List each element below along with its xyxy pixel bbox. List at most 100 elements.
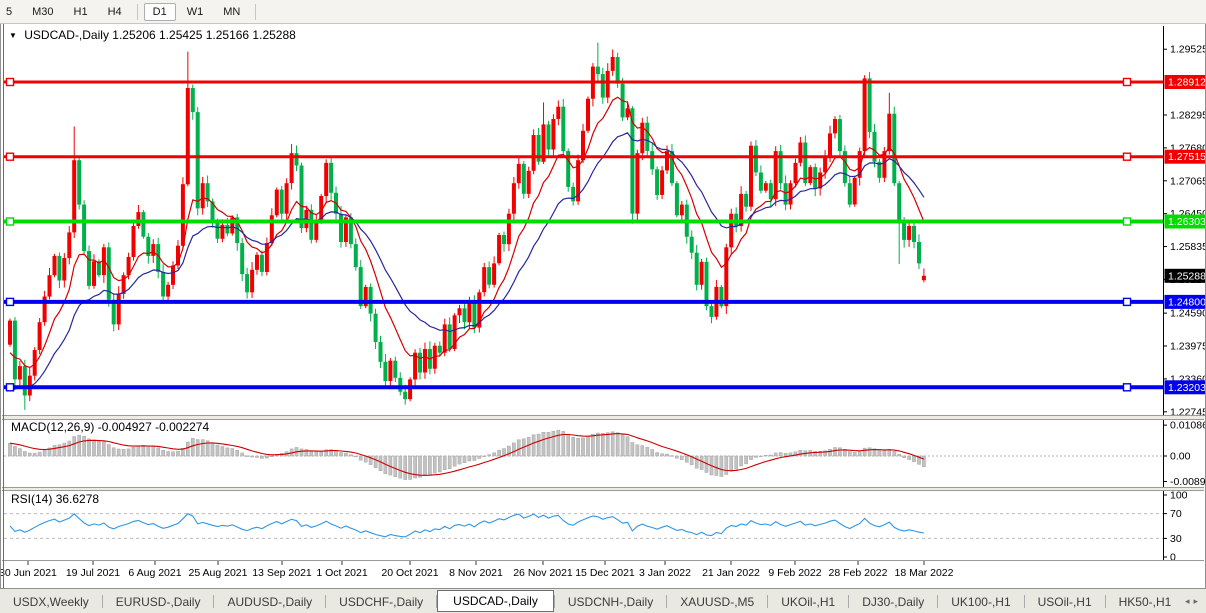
timeframe-button-H1[interactable]: H1 [65, 3, 97, 21]
price-tick-label: 1.23975 [1170, 341, 1206, 353]
timeframe-button-M30[interactable]: M30 [23, 3, 62, 21]
tab-usdx-weekly[interactable]: USDX,Weekly [0, 592, 102, 612]
level-line-1.26303[interactable] [4, 217, 1163, 226]
date-tick-label: 26 Nov 2021 [513, 567, 573, 579]
date-tick-label: 1 Oct 2021 [316, 567, 368, 579]
price-tick-label: 1.27065 [1170, 175, 1206, 187]
date-tick-label: 8 Nov 2021 [449, 567, 503, 579]
chart-title-symbol: USDCAD-,Daily [24, 28, 109, 42]
trading-terminal: 1.29525 1.28295 1.27680 1.27065 1.26450 1.258… [0, 0, 1206, 613]
level-line-handle[interactable] [5, 217, 15, 226]
tab-eurusd-daily[interactable]: EURUSD-,Daily [103, 592, 214, 612]
macd-histogram [8, 429, 926, 480]
date-tick-label: 28 Feb 2022 [829, 567, 888, 579]
date-tick-label: 30 Jun 2021 [0, 567, 57, 579]
date-tick-label: 18 Mar 2022 [895, 567, 954, 579]
macd-values: -0.004927 -0.002274 [97, 420, 210, 434]
timeframe-button-MN[interactable]: MN [214, 3, 249, 21]
date-tick-label: 20 Oct 2021 [381, 567, 438, 579]
level-line-handle[interactable] [5, 297, 15, 307]
date-tick-label: 6 Aug 2021 [128, 567, 181, 579]
one-click-trading-arrow[interactable]: ▼ [9, 31, 17, 40]
rsi-line [9, 513, 924, 538]
rsi-indicator-label: RSI(14) 36.6278 [11, 492, 99, 506]
tab-hk50-h1[interactable]: HK50-,H1 [1106, 592, 1185, 612]
tab-scroll-left-icon[interactable]: ◂ [1185, 596, 1190, 607]
timeframe-toolbar: 5 M30 H1 H4 D1 W1 MN [0, 0, 1206, 24]
rsi-name: RSI(14) [11, 492, 53, 506]
price-badge-label: 1.27515 [1168, 151, 1206, 163]
tab-dj30-daily[interactable]: DJ30-,Daily [849, 592, 937, 612]
date-tick-label: 21 Jan 2022 [702, 567, 760, 579]
rsi-axis: 100 70 30 0 [1163, 490, 1188, 564]
chart-tab-bar: USDX,Weekly EURUSD-,Daily AUDUSD-,Daily USD… [0, 588, 1206, 613]
price-tick-label: 1.28295 [1170, 109, 1206, 121]
chart-canvas[interactable]: 1.295251.282951.276801.270651.264501.258… [0, 0, 1206, 613]
rsi-pane[interactable] [4, 513, 1163, 539]
price-badge-label: 1.24800 [1168, 296, 1206, 308]
date-tick-label: 25 Aug 2021 [189, 567, 248, 579]
tab-uk100-h1[interactable]: UK100-,H1 [938, 592, 1023, 612]
chart-title-ohlc: 1.25206 1.25425 1.25166 1.25288 [112, 28, 296, 42]
timeframe-button-D1[interactable]: D1 [143, 2, 176, 21]
level-line-handle[interactable] [1122, 77, 1132, 87]
date-tick-label: 19 Jul 2021 [66, 567, 120, 579]
current-price-badge: 1.25288 [1164, 268, 1206, 283]
level-line-handle[interactable] [1122, 152, 1132, 161]
macd-tick-label: 0.00 [1170, 451, 1191, 463]
tab-ukoil-h1[interactable]: UKOil-,H1 [768, 592, 848, 612]
level-price-badge-1.23203: 1.23203 [1164, 380, 1206, 395]
level-line-1.23203[interactable] [4, 383, 1163, 392]
timeframe-button-5[interactable]: 5 [0, 3, 21, 21]
tab-usdcad-daily[interactable]: USDCAD-,Daily [437, 589, 554, 612]
level-line-handle[interactable] [5, 152, 15, 161]
date-axis: 30 Jun 2021 19 Jul 2021 6 Aug 2021 25 Aug 2… [0, 560, 954, 579]
tab-scroll-right-icon[interactable]: ▸ [1193, 596, 1198, 607]
level-line-handle[interactable] [5, 77, 15, 87]
main-price-pane[interactable] [4, 42, 1163, 410]
price-axis: 1.295251.282951.276801.270651.264501.258… [1163, 44, 1206, 418]
macd-name: MACD(12,26,9) [11, 420, 95, 434]
macd-indicator-label: MACD(12,26,9) -0.004927 -0.002274 [11, 420, 209, 434]
level-price-badge-1.28912: 1.28912 [1164, 75, 1206, 89]
rsi-value: 36.6278 [55, 492, 100, 506]
rsi-tick-label: 0 [1170, 552, 1176, 564]
tab-usdcnh-daily[interactable]: USDCNH-,Daily [555, 592, 666, 612]
timeframe-button-H4[interactable]: H4 [99, 3, 131, 21]
toolbar-separator [255, 3, 257, 20]
level-line-1.28912[interactable] [4, 77, 1163, 87]
tab-xauusd-m5[interactable]: XAUUSD-,M5 [667, 592, 767, 612]
level-line-handle[interactable] [1122, 383, 1132, 392]
price-badge-label: 1.23203 [1168, 382, 1206, 394]
rsi-tick-label: 30 [1170, 533, 1182, 545]
macd-pane[interactable] [4, 429, 1163, 480]
timeframe-button-W1[interactable]: W1 [178, 3, 213, 21]
date-tick-label: 9 Feb 2022 [768, 567, 821, 579]
level-price-badge-1.24800: 1.24800 [1164, 294, 1206, 309]
level-line-handle[interactable] [1122, 217, 1132, 226]
level-line-handle[interactable] [5, 383, 15, 392]
rsi-tick-label: 100 [1170, 490, 1188, 502]
price-badge-label: 1.28912 [1168, 77, 1206, 89]
tab-usoil-h1[interactable]: USOil-,H1 [1025, 592, 1105, 612]
level-price-badge-1.27515: 1.27515 [1164, 149, 1206, 164]
chart-title: ▼ USDCAD-,Daily 1.25206 1.25425 1.25166 … [9, 28, 296, 42]
macd-tick-label: 0.010869 [1170, 420, 1206, 432]
toolbar-separator [136, 3, 138, 20]
macd-axis: 0.010869 0.00 -0.00897 [1163, 420, 1206, 488]
moving-average-slow [9, 132, 925, 391]
rsi-tick-label: 70 [1170, 508, 1182, 520]
tab-audusd-daily[interactable]: AUDUSD-,Daily [214, 592, 325, 612]
price-tick-label: 1.25835 [1170, 241, 1206, 253]
level-line-1.24800[interactable] [4, 297, 1163, 307]
chart-frame [0, 23, 1206, 589]
level-line-handle[interactable] [1122, 297, 1132, 307]
macd-tick-label: -0.00897 [1170, 476, 1206, 488]
date-tick-label: 3 Jan 2022 [639, 567, 691, 579]
tab-usdchf-daily[interactable]: USDCHF-,Daily [326, 592, 436, 612]
date-tick-label: 13 Sep 2021 [252, 567, 312, 579]
price-badge-label: 1.25288 [1168, 270, 1206, 282]
price-badge-label: 1.26303 [1168, 216, 1206, 228]
level-price-badge-1.26303: 1.26303 [1164, 214, 1206, 229]
price-tick-label: 1.24590 [1170, 308, 1206, 320]
